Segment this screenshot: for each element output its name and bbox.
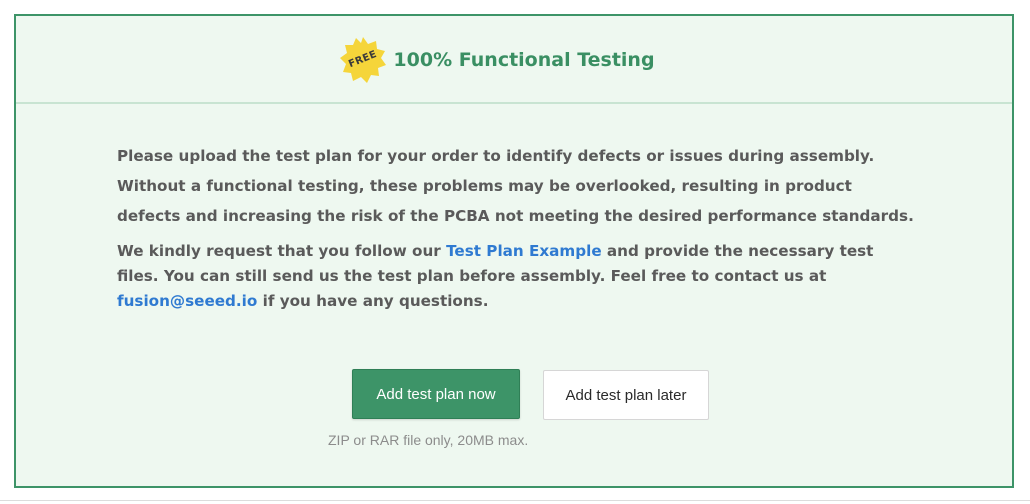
request-text-end: if you have any questions.	[257, 292, 489, 310]
functional-testing-panel: FREE 100% Functional Testing Please uplo…	[14, 14, 1014, 488]
header-title-row: FREE 100% Functional Testing	[16, 36, 1012, 84]
contact-email-link[interactable]: fusion@seeed.io	[117, 292, 257, 310]
request-text-start: We kindly request that you follow our	[117, 242, 447, 260]
instructions-paragraph: Please upload the test plan for your ord…	[117, 147, 914, 225]
panel-body: Please upload the test plan for your ord…	[117, 141, 917, 314]
free-badge-icon: FREE	[339, 36, 387, 84]
panel-header: FREE 100% Functional Testing	[16, 16, 1012, 104]
bottom-divider	[0, 500, 1030, 501]
panel-title: 100% Functional Testing	[393, 49, 655, 71]
file-format-hint: ZIP or RAR file only, 20MB max.	[328, 432, 529, 448]
test-plan-example-link[interactable]: Test Plan Example	[446, 242, 602, 260]
add-test-plan-now-button[interactable]: Add test plan now	[352, 369, 520, 419]
add-test-plan-later-button[interactable]: Add test plan later	[543, 370, 709, 420]
request-paragraph: We kindly request that you follow our Te…	[117, 239, 917, 314]
